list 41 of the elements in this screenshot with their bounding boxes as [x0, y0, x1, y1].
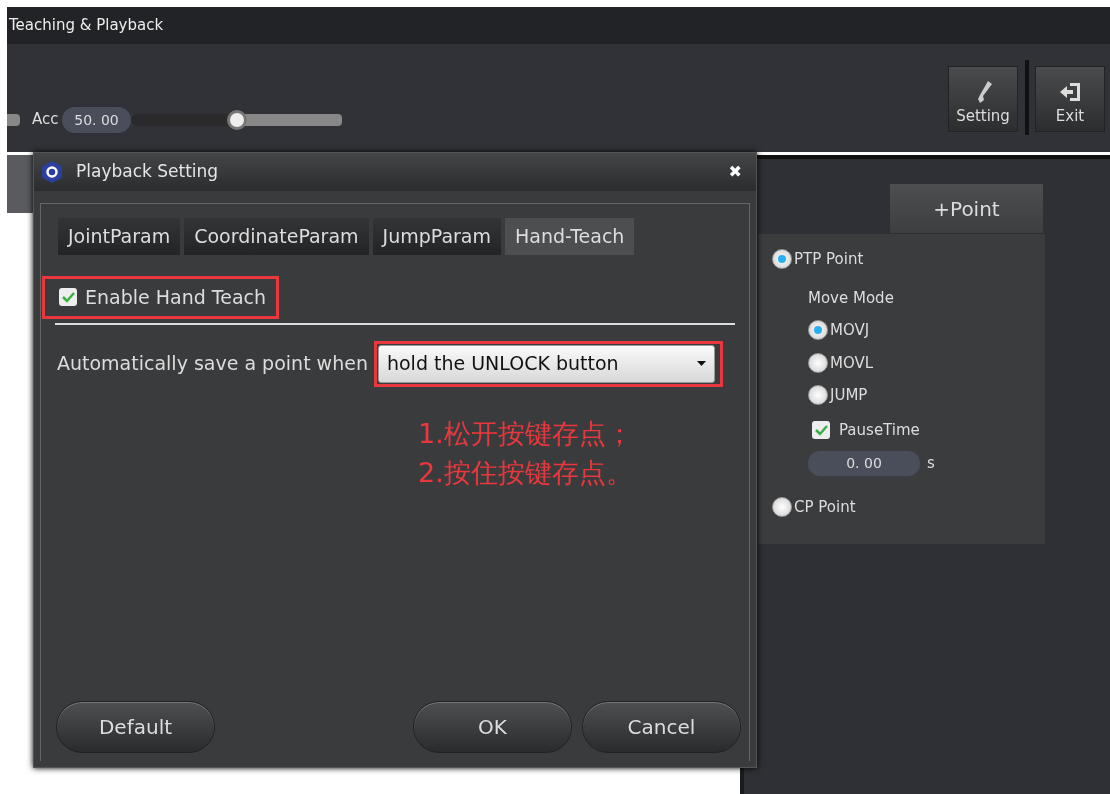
- dropdown[interactable]: hold the UNLOCK button: [377, 344, 715, 383]
- dialog-button[interactable]: OK: [413, 701, 572, 753]
- radio-label: JUMP: [830, 385, 868, 406]
- move-mode-label: Move Mode: [808, 287, 894, 309]
- check-icon: [60, 290, 76, 305]
- default-button[interactable]: Default: [56, 701, 215, 753]
- field-label: Automatically save a point when: [57, 351, 368, 377]
- tab[interactable]: JointParam: [58, 218, 181, 255]
- tab[interactable]: JumpParam: [372, 218, 502, 255]
- checkbox-label: Enable Hand Teach: [85, 285, 267, 310]
- exit-button[interactable]: Exit: [1035, 66, 1105, 132]
- annotation-text: 2.按住按键存点。: [418, 455, 633, 490]
- slider-end: [7, 114, 20, 126]
- checkbox[interactable]: [59, 288, 77, 307]
- slider-thumb[interactable]: [226, 110, 247, 130]
- setting-button[interactable]: Setting: [948, 66, 1018, 132]
- app-logo-icon: [40, 160, 64, 184]
- radio-label: MOVJ: [830, 320, 870, 341]
- dialog-button[interactable]: Cancel: [582, 701, 741, 753]
- radio-button[interactable]: [808, 352, 828, 373]
- pause-time-field[interactable]: 0. 00: [808, 451, 920, 476]
- annotation-text: 1.松开按键存点；: [418, 416, 633, 451]
- radio-button[interactable]: [772, 249, 792, 270]
- window-title: Teaching & Playback: [9, 16, 164, 34]
- unit-label: s: [927, 453, 935, 475]
- radio-label: CP Point: [794, 497, 856, 518]
- checkbox[interactable]: [812, 420, 830, 439]
- radio-label: PTP Point: [794, 249, 864, 270]
- acc-value-field[interactable]: 50. 00: [62, 107, 131, 133]
- checkbox-label: PauseTime: [839, 419, 920, 441]
- tab[interactable]: Hand-Teach: [505, 218, 635, 255]
- acc-label: Acc: [32, 109, 59, 130]
- add-point-button[interactable]: +Point: [890, 184, 1043, 233]
- close-button[interactable]: ✖: [728, 160, 742, 184]
- tab[interactable]: CoordinateParam: [184, 218, 369, 255]
- radio-label: MOVL: [830, 352, 874, 374]
- radio-button[interactable]: [808, 385, 828, 406]
- dialog-title: Playback Setting: [76, 160, 219, 184]
- radio-button[interactable]: [772, 497, 792, 518]
- caret-icon: [696, 361, 706, 366]
- radio-button[interactable]: [808, 320, 828, 341]
